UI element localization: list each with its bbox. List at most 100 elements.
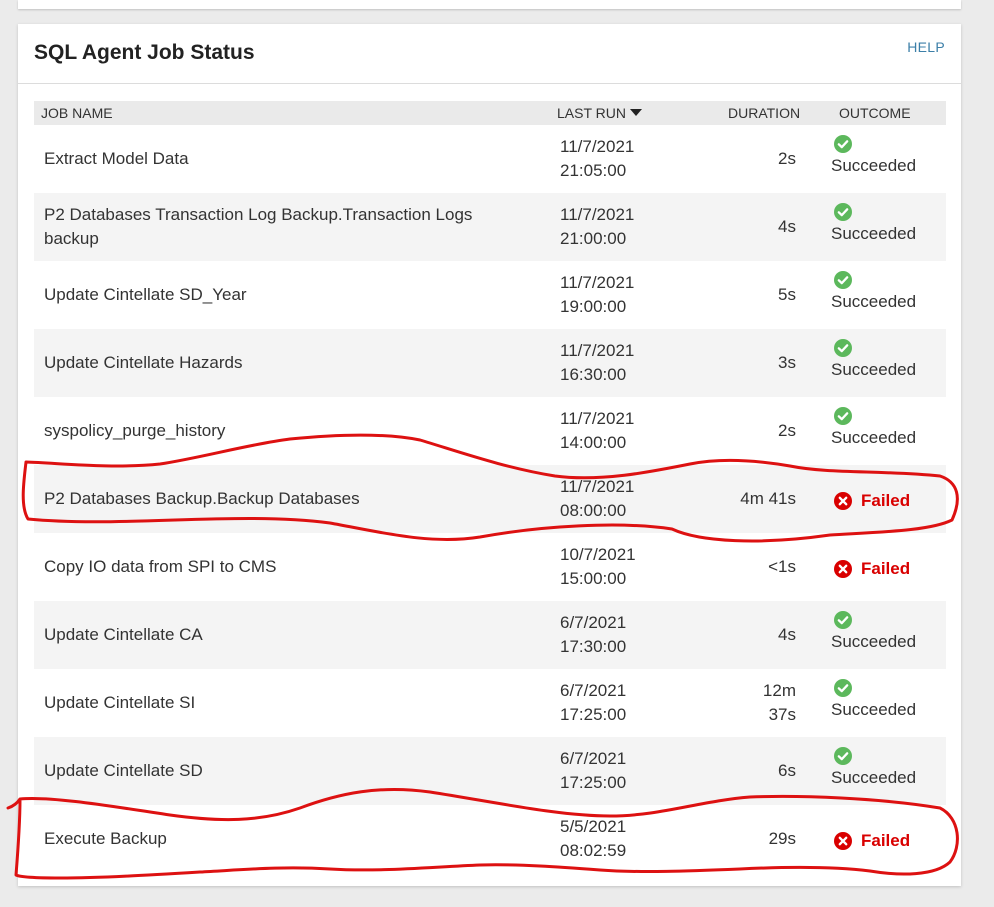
outcome-text: Failed: [861, 559, 911, 578]
duration-cell: 4s: [778, 601, 796, 669]
last-run-time: 19:00:00: [560, 297, 627, 316]
last-run-cell: 11/7/2021 21:05:00: [560, 135, 634, 183]
check-circle-icon: [834, 747, 852, 765]
column-header-job-name[interactable]: JOB NAME: [41, 105, 113, 121]
duration-part: 6s: [778, 761, 796, 780]
last-run-cell: 10/7/2021 15:00:00: [560, 543, 636, 591]
duration-part: 2s: [778, 149, 796, 168]
outcome-cell: Succeeded: [831, 407, 946, 450]
job-name-cell: Update Cintellate Hazards: [44, 329, 524, 397]
job-status-table: JOB NAME LAST RUN DURATION OUTCOME Extra…: [34, 101, 946, 873]
duration-cell: 5s: [778, 261, 796, 329]
previous-panel: [18, 0, 961, 9]
job-name: Update Cintellate CA: [44, 625, 203, 644]
duration-part: 3s: [778, 353, 796, 372]
table-row[interactable]: Update Cintellate Hazards 11/7/2021 16:30:…: [34, 329, 946, 397]
last-run-time: 17:30:00: [560, 637, 627, 656]
last-run-cell: 6/7/2021 17:30:00: [560, 611, 626, 659]
outcome-cell: Failed: [831, 815, 946, 853]
duration-cell: 2s: [778, 125, 796, 193]
outcome-cell: Succeeded: [831, 747, 946, 790]
job-name-cell: Update Cintellate SD: [44, 737, 524, 805]
duration-part: 37s: [768, 705, 796, 724]
table-row[interactable]: Update Cintellate SD_Year 11/7/2021 19:00:…: [34, 261, 946, 329]
job-name: Update Cintellate Hazards: [44, 353, 243, 372]
outcome-cell: Failed: [831, 543, 946, 581]
outcome-cell: Succeeded: [831, 339, 946, 382]
last-run-date: 11/7/2021: [560, 273, 635, 292]
table-header: JOB NAME LAST RUN DURATION OUTCOME: [34, 101, 946, 125]
duration-part: 5s: [778, 285, 796, 304]
last-run-date: 11/7/2021: [560, 477, 635, 496]
job-name-cell: Extract Model Data: [44, 125, 524, 193]
last-run-cell: 11/7/2021 21:00:00: [560, 203, 634, 251]
duration-part: 12m: [762, 681, 796, 700]
job-name: syspolicy_purge_history: [44, 421, 226, 440]
job-name: P2 Databases Backup.Backup Databases: [44, 489, 360, 508]
help-link[interactable]: HELP: [907, 39, 945, 55]
last-run-time: 16:30:00: [560, 365, 627, 384]
column-header-outcome[interactable]: OUTCOME: [839, 105, 911, 121]
duration-cell: 3s: [778, 329, 796, 397]
duration-cell: 2s: [778, 397, 796, 465]
table-row[interactable]: Update Cintellate SD 6/7/2021 17:25:00 6s Su…: [34, 737, 946, 805]
last-run-date: 5/5/2021: [560, 817, 627, 836]
last-run-date: 6/7/2021: [560, 613, 627, 632]
check-circle-icon: [834, 203, 852, 221]
last-run-time: 17:25:00: [560, 705, 627, 724]
outcome-cell: Succeeded: [831, 271, 946, 314]
check-circle-icon: [834, 339, 852, 357]
table-row[interactable]: syspolicy_purge_history 11/7/2021 14:00:00…: [34, 397, 946, 465]
last-run-date: 11/7/2021: [560, 409, 635, 428]
last-run-date: 6/7/2021: [560, 749, 627, 768]
last-run-time: 08:00:00: [560, 501, 627, 520]
column-header-duration[interactable]: DURATION: [728, 105, 800, 121]
table-row[interactable]: Extract Model Data 11/7/2021 21:05:00 2s Suc…: [34, 125, 946, 193]
job-name-cell: Update Cintellate CA: [44, 601, 524, 669]
table-row[interactable]: Copy IO data from SPI to CMS 10/7/2021 15:…: [34, 533, 946, 601]
duration-part: 4s: [778, 625, 796, 644]
table-body: Extract Model Data 11/7/2021 21:05:00 2s Suc…: [34, 125, 946, 873]
job-name-cell: P2 Databases Transaction Log Backup.Tran…: [44, 193, 524, 261]
duration-part: 4m 41s: [740, 489, 796, 508]
outcome-failed: Failed: [834, 489, 946, 513]
job-name-cell: Update Cintellate SD_Year: [44, 261, 524, 329]
table-row[interactable]: Execute Backup 5/5/2021 08:02:59 29s Failed: [34, 805, 946, 873]
duration-part: <1s: [768, 557, 796, 576]
sort-descending-icon: [629, 109, 642, 116]
last-run-time: 14:00:00: [560, 433, 627, 452]
duration-cell: 4m 41s: [740, 465, 796, 533]
last-run-cell: 11/7/2021 16:30:00: [560, 339, 634, 387]
duration-part: 2s: [778, 421, 796, 440]
outcome-text: Failed: [861, 491, 911, 510]
last-run-cell: 6/7/2021 17:25:00: [560, 679, 626, 727]
table-row[interactable]: Update Cintellate SI 6/7/2021 17:25:00 12m 3…: [34, 669, 946, 737]
last-run-date: 6/7/2021: [560, 681, 627, 700]
outcome-cell: Succeeded: [831, 611, 946, 654]
panel-title: SQL Agent Job Status: [34, 41, 255, 64]
job-name: Execute Backup: [44, 829, 167, 848]
last-run-date: 11/7/2021: [560, 341, 635, 360]
check-circle-icon: [834, 611, 852, 629]
table-row[interactable]: Update Cintellate CA 6/7/2021 17:30:00 4s Su…: [34, 601, 946, 669]
check-circle-icon: [834, 135, 852, 153]
last-run-cell: 11/7/2021 14:00:00: [560, 407, 634, 455]
table-row[interactable]: P2 Databases Transaction Log Backup.Tran…: [34, 193, 946, 261]
duration-part: 4s: [778, 217, 796, 236]
duration-cell: 29s: [769, 805, 796, 873]
check-circle-icon: [834, 407, 852, 425]
table-row[interactable]: P2 Databases Backup.Backup Databases 11/7…: [34, 465, 946, 533]
last-run-time: 15:00:00: [560, 569, 627, 588]
column-header-last-run-label: LAST RUN: [557, 105, 626, 121]
sql-agent-job-status-panel: SQL Agent Job Status HELP JOB NAME LAST …: [18, 24, 961, 886]
job-name-cell: Execute Backup: [44, 805, 524, 873]
last-run-time: 21:05:00: [560, 161, 627, 180]
last-run-date: 11/7/2021: [560, 137, 635, 156]
column-header-last-run[interactable]: LAST RUN: [557, 105, 642, 121]
job-name: Update Cintellate SD_Year: [44, 285, 247, 304]
last-run-cell: 11/7/2021 08:00:00: [560, 475, 634, 523]
outcome-cell: Succeeded: [831, 679, 946, 722]
job-name-cell: Update Cintellate SI: [44, 669, 524, 737]
last-run-cell: 5/5/2021 08:02:59: [560, 815, 626, 863]
outcome-text: Succeeded: [831, 156, 917, 175]
